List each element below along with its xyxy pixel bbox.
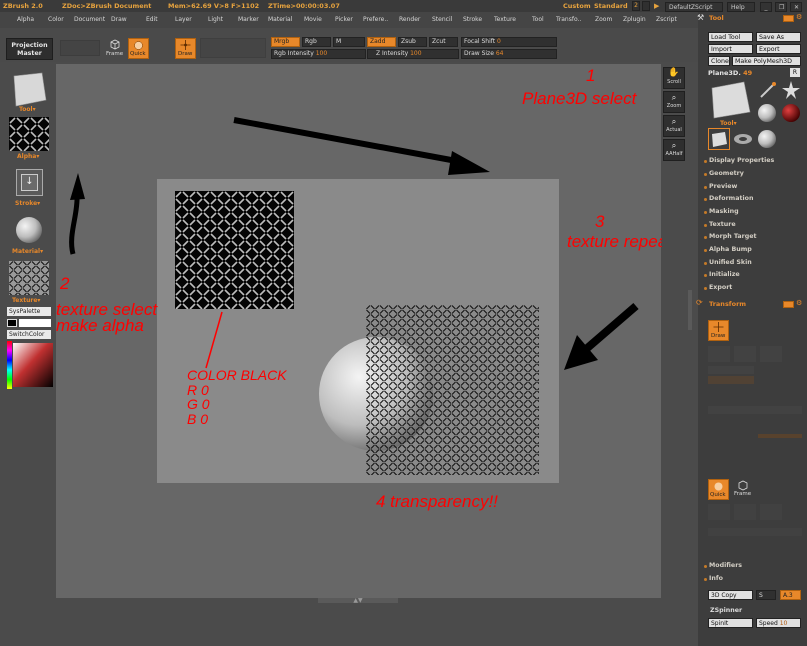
make-polymesh-button[interactable]: Make PolyMesh3D bbox=[732, 56, 801, 66]
color-r-value: R 0 bbox=[187, 381, 209, 398]
import-button[interactable]: Import bbox=[708, 44, 753, 54]
current-tool-name: Plane3D. 49 bbox=[708, 69, 753, 77]
selected-tool-slot[interactable] bbox=[708, 128, 730, 150]
sphere-icon bbox=[758, 104, 776, 122]
annotation-2-number: 2 bbox=[60, 274, 70, 293]
tool-picker-label[interactable]: Tool▾ bbox=[720, 120, 737, 127]
transform-palette-title[interactable]: Transform bbox=[709, 300, 746, 308]
arrow-to-plane-icon bbox=[582, 302, 639, 354]
speed-slider[interactable]: Speed 10 bbox=[756, 618, 801, 628]
aahalf-icon: ⌕ bbox=[671, 141, 677, 150]
masking-section[interactable]: Masking bbox=[704, 208, 739, 215]
sphere-small-icon bbox=[758, 130, 776, 148]
alpha-bump-section[interactable]: Alpha Bump bbox=[704, 246, 752, 253]
torus-tool-slot[interactable] bbox=[732, 130, 754, 148]
color-g-value: G 0 bbox=[187, 396, 210, 412]
simple-brush-thumbnail[interactable] bbox=[758, 80, 778, 100]
actual-button[interactable]: ⌕ Actual bbox=[663, 115, 685, 137]
color-b-value: B 0 bbox=[187, 410, 209, 427]
export-section[interactable]: Export bbox=[703, 284, 732, 291]
morph-target-section[interactable]: Morph Target bbox=[704, 233, 757, 240]
actual-size-icon: ⌕ bbox=[671, 117, 677, 126]
deformation-section[interactable]: Deformation bbox=[703, 195, 753, 202]
disabled-lower-controls bbox=[708, 504, 802, 554]
texture-section[interactable]: Texture bbox=[704, 221, 736, 228]
annotation-1-number: 1 bbox=[586, 66, 596, 85]
arrow-to-alpha-icon bbox=[69, 195, 80, 255]
transform-frame-button[interactable]: Frame bbox=[733, 479, 754, 500]
tool-preview-large[interactable] bbox=[708, 80, 752, 120]
arrowhead-icon bbox=[448, 151, 490, 175]
color-black-note: COLOR BLACK R 0 G 0 B 0 bbox=[187, 368, 287, 426]
display-properties-section[interactable]: Display Properties bbox=[703, 157, 774, 164]
actual-label: Actual bbox=[666, 127, 682, 133]
modifiers-section[interactable]: Modifiers bbox=[703, 562, 742, 569]
geometry-section[interactable]: Geometry bbox=[704, 170, 744, 177]
hammer-icon: ⚒ bbox=[697, 13, 705, 22]
plane-small-icon bbox=[712, 132, 727, 147]
red-pointer-line bbox=[205, 311, 223, 369]
draw-icon-small bbox=[713, 322, 724, 332]
annotation-1-text: Plane3D select bbox=[522, 89, 637, 108]
transform-popup-button[interactable] bbox=[783, 301, 794, 308]
transform-frame-label: Frame bbox=[734, 491, 752, 497]
3d-copy-button[interactable]: 3D Copy bbox=[708, 590, 753, 600]
brush-icon bbox=[760, 82, 776, 98]
r-button[interactable]: R bbox=[790, 68, 800, 77]
hand-icon: ✋ bbox=[668, 68, 680, 78]
transform-quick-label: Quick bbox=[710, 492, 726, 498]
annotation-2-line2: make alpha bbox=[56, 316, 144, 335]
arrowhead-icon-2 bbox=[70, 173, 85, 200]
annotation-4-text: 4 transparency!! bbox=[376, 492, 498, 511]
transform-quick-button[interactable]: Quick bbox=[708, 479, 729, 500]
annotation-2-text: texture select make alpha bbox=[56, 301, 157, 335]
speed-value: 10 bbox=[779, 620, 788, 627]
tool-palette-title[interactable]: Tool bbox=[709, 14, 724, 22]
red-sphere-thumbnail[interactable] bbox=[781, 103, 801, 123]
torus-icon bbox=[734, 134, 752, 144]
save-as-button[interactable]: Save As bbox=[756, 32, 801, 42]
zoom-icon: ⌕ bbox=[671, 93, 677, 102]
annotation-3-text: texture repeat bbox=[567, 232, 672, 251]
copy-s-button[interactable]: S bbox=[756, 590, 776, 600]
zoom-button[interactable]: ⌕ Zoom bbox=[663, 91, 685, 113]
tray-divider-handle[interactable] bbox=[688, 290, 692, 330]
annotation-3-number: 3 bbox=[595, 212, 605, 231]
disabled-transform-controls bbox=[708, 346, 802, 476]
frame-icon-small bbox=[738, 480, 748, 491]
aahalf-label: AAHalf bbox=[665, 151, 683, 157]
red-sphere-icon bbox=[782, 104, 800, 122]
zspinner-label: ZSpinner bbox=[710, 607, 743, 614]
info-section[interactable]: Info bbox=[704, 575, 723, 582]
quick-icon-small bbox=[714, 482, 723, 491]
preview-section[interactable]: Preview bbox=[703, 183, 737, 190]
star-tool-thumbnail[interactable] bbox=[781, 80, 801, 100]
arrow-to-tool-icon bbox=[233, 117, 463, 165]
palette-popup-button[interactable] bbox=[783, 15, 794, 22]
zoom-label: Zoom bbox=[666, 103, 682, 109]
scroll-label: Scroll bbox=[667, 79, 681, 85]
canvas-scroll-handle[interactable]: ▲▼ bbox=[318, 598, 398, 604]
transform-draw-label: Draw bbox=[711, 333, 726, 339]
clone-button[interactable]: Clone bbox=[708, 56, 730, 66]
transform-icon: ⟳ bbox=[696, 298, 703, 307]
sphere-tool-thumbnail[interactable] bbox=[757, 103, 777, 123]
transform-gear-icon[interactable]: ⚙ bbox=[796, 299, 802, 307]
export-button[interactable]: Export bbox=[756, 44, 801, 54]
spinit-button[interactable]: SpinIt bbox=[708, 618, 753, 628]
palette-gear-icon[interactable]: ⚙ bbox=[796, 13, 802, 21]
transform-draw-button[interactable]: Draw bbox=[708, 320, 729, 341]
speed-label: Speed bbox=[759, 620, 778, 627]
aahalf-button[interactable]: ⌕ AAHalf bbox=[663, 139, 685, 161]
load-tool-button[interactable]: Load Tool bbox=[708, 32, 753, 42]
scroll-button[interactable]: ✋ Scroll bbox=[663, 67, 685, 89]
color-black-title: COLOR BLACK bbox=[187, 367, 287, 383]
copy-a-button[interactable]: A.3 bbox=[780, 590, 801, 600]
star-icon bbox=[782, 81, 800, 99]
sphere-tool-slot[interactable] bbox=[756, 128, 778, 150]
unified-skin-section[interactable]: Unified Skin bbox=[704, 259, 752, 266]
initialize-section[interactable]: Initialize bbox=[704, 271, 740, 278]
plane-tool-icon-large bbox=[711, 81, 751, 119]
